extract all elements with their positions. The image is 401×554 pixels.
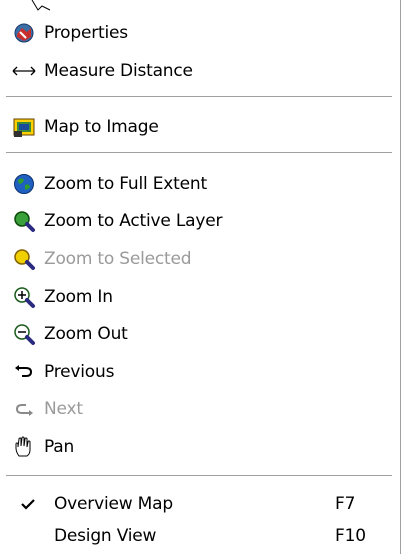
menu-item-map-to-image[interactable]: Map to Image (0, 110, 392, 144)
menu-item-label: Zoom to Selected (44, 249, 192, 269)
properties-icon (12, 21, 36, 45)
check-icon (16, 492, 40, 516)
menu-item-previous[interactable]: Previous (0, 355, 392, 389)
menu-separator (6, 96, 392, 98)
menu-item-next[interactable]: Next (0, 392, 392, 426)
menu-item-zoom-full-extent[interactable]: Zoom to Full Extent (0, 167, 392, 201)
measure-distance-icon (12, 59, 36, 83)
magnifier-icon (12, 209, 36, 233)
magnifier-yellow-icon (12, 247, 36, 271)
menu-item-label: Next (44, 399, 83, 419)
menu-item-zoom-selected[interactable]: Zoom to Selected (0, 242, 392, 276)
menu-item-zoom-active-layer[interactable]: Zoom to Active Layer (0, 204, 392, 238)
menu-item-label: Design View (54, 526, 157, 546)
menu-item-properties[interactable]: Properties (0, 16, 392, 50)
menu-separator (6, 152, 392, 154)
zoom-in-icon (12, 285, 36, 309)
menu-item-overview-map[interactable]: Overview Map F7 (0, 487, 392, 521)
menu-item-label: Measure Distance (44, 61, 193, 81)
menu-item-label: Pan (44, 437, 75, 457)
menu-item-label: Properties (44, 23, 128, 43)
menu-item-shortcut: F10 (335, 526, 366, 546)
map-to-image-icon (12, 115, 36, 139)
menu-item-label: Map to Image (44, 117, 159, 137)
globe-icon (12, 172, 36, 196)
menu-item-shortcut: F7 (335, 494, 356, 514)
menu-item-zoom-in[interactable]: Zoom In (0, 280, 392, 314)
menu-item-label: Zoom Out (44, 324, 128, 344)
menu-item-measure-distance[interactable]: Measure Distance (0, 54, 392, 88)
back-arrow-icon (12, 360, 36, 384)
hand-icon (12, 435, 36, 459)
mouse-cursor-icon (30, 0, 52, 12)
zoom-out-icon (12, 322, 36, 346)
menu-item-zoom-out[interactable]: Zoom Out (0, 317, 392, 351)
menu-item-label: Overview Map (54, 494, 173, 514)
menu-item-pan[interactable]: Pan (0, 430, 392, 464)
menu-separator (6, 475, 392, 477)
forward-arrow-icon (12, 397, 36, 421)
menu-item-design-view[interactable]: Design View F10 (0, 519, 392, 553)
menu-item-label: Zoom to Full Extent (44, 174, 207, 194)
menu-item-label: Zoom In (44, 287, 113, 307)
menu-item-label: Zoom to Active Layer (44, 211, 223, 231)
menu-item-label: Previous (44, 362, 115, 382)
context-menu: Properties Measure Distance Map to Image (0, 0, 401, 554)
